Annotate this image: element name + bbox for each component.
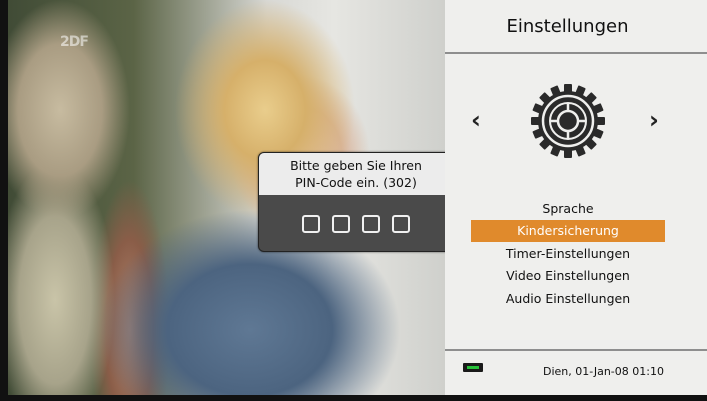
menu-item-sprache[interactable]: Sprache — [471, 197, 665, 220]
screen-border-bottom — [0, 395, 707, 401]
pin-input[interactable] — [259, 215, 453, 233]
menu-item-kindersicherung[interactable]: Kindersicherung — [471, 219, 665, 242]
gear-icon — [531, 84, 605, 158]
pin-digit-box[interactable] — [392, 215, 410, 233]
settings-panel: Einstellungen ‹ › Sprache Kindersicherun… — [445, 0, 707, 401]
channel-logo: 2DF — [60, 34, 89, 50]
chevron-left-icon[interactable]: ‹ — [471, 108, 481, 132]
pin-prompt-line1: Bitte geben Sie Ihren — [290, 158, 422, 173]
pin-digit-box[interactable] — [302, 215, 320, 233]
menu-item-audio-einstellungen[interactable]: Audio Einstellungen — [471, 287, 665, 310]
usb-icon — [463, 363, 483, 372]
pin-prompt-line2: PIN-Code ein. (302) — [295, 175, 417, 190]
pin-digit-box[interactable] — [362, 215, 380, 233]
title-divider — [445, 52, 707, 54]
panel-title: Einstellungen — [506, 15, 629, 37]
settings-menu: Sprache Kindersicherung Timer-Einstellun… — [471, 197, 665, 310]
pin-prompt: Bitte geben Sie Ihren PIN-Code ein. (302… — [259, 153, 453, 195]
menu-item-video-einstellungen[interactable]: Video Einstellungen — [471, 265, 665, 288]
status-footer: Dien, 01-Jan-08 01:10 — [445, 351, 707, 395]
pin-digit-box[interactable] — [332, 215, 350, 233]
menu-item-timer-einstellungen[interactable]: Timer-Einstellungen — [471, 242, 665, 265]
screen-border-left — [0, 0, 8, 401]
pin-dialog: Bitte geben Sie Ihren PIN-Code ein. (302… — [258, 152, 454, 252]
tv-screen: 2DF Bitte geben Sie Ihren PIN-Code ein. … — [0, 0, 707, 401]
datetime: Dien, 01-Jan-08 01:10 — [543, 365, 664, 378]
chevron-right-icon[interactable]: › — [649, 108, 659, 132]
